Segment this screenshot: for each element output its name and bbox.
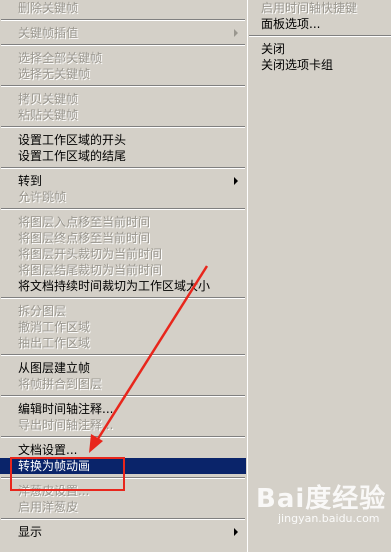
annotation-arrow	[89, 265, 209, 453]
watermark-logo: Bai度经验	[256, 484, 387, 514]
watermark-url: jingyan.baidu.com	[278, 512, 380, 525]
